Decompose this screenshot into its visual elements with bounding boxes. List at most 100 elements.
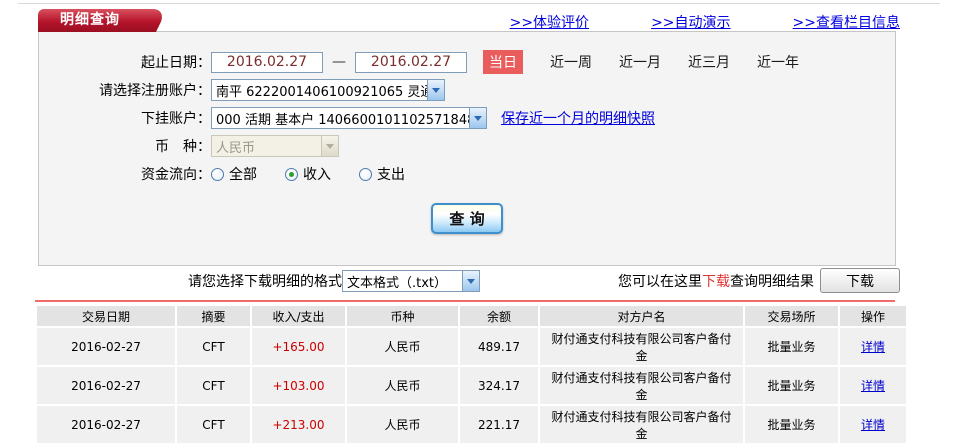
cell-venue: 批量业务: [745, 406, 838, 443]
cell-currency: 人民币: [347, 328, 458, 365]
col-header-counterparty: 对方户名: [540, 306, 743, 326]
col-header-currency: 币种: [347, 306, 458, 326]
download-format-value: 文本格式（.txt）: [347, 275, 448, 291]
cell-venue: 批量业务: [745, 367, 838, 404]
table-divider-line: [35, 300, 895, 302]
table-row: 2016-02-27 CFT +213.00 人民币 221.17 财付通支付科…: [37, 406, 906, 443]
cell-date: 2016-02-27: [37, 367, 175, 404]
tab-detail-query[interactable]: 明细查询: [38, 9, 142, 32]
chevron-down-icon[interactable]: [462, 271, 479, 291]
cell-counterparty: 财付通支付科技有限公司客户备付金: [540, 328, 743, 365]
col-header-balance: 余额: [460, 306, 538, 326]
col-header-summary: 摘要: [177, 306, 250, 326]
col-header-action: 操作: [840, 306, 906, 326]
download-format-group: 请您选择下载明细的格式 文本格式（.txt）: [188, 270, 480, 292]
register-account-select[interactable]: 南平 6222001406100921065 灵通卡: [211, 79, 445, 101]
col-header-date: 交易日期: [37, 306, 175, 326]
cell-amount: +213.00: [252, 406, 345, 443]
currency-value: 人民币: [216, 140, 256, 156]
end-date-input[interactable]: [355, 51, 467, 73]
link-column-info[interactable]: >>查看栏目信息: [793, 12, 900, 32]
flow-direction-label: 资金流向：: [141, 167, 211, 183]
register-account-value: 南平 6222001406100921065 灵通卡: [216, 84, 427, 100]
cell-action: 详情: [840, 367, 906, 404]
radio-icon[interactable]: [211, 167, 224, 181]
currency-label: 币 种：: [155, 139, 211, 155]
currency-row: 币 种： 人民币: [39, 132, 895, 160]
detail-link[interactable]: 详情: [861, 340, 885, 354]
radio-icon[interactable]: [285, 167, 298, 181]
radio-all[interactable]: 全部: [211, 164, 257, 184]
radio-income-label: 收入: [303, 167, 331, 183]
link-auto-demo[interactable]: >>自动演示: [651, 12, 730, 32]
detail-link[interactable]: 详情: [861, 418, 885, 432]
radio-expense-label: 支出: [377, 167, 405, 183]
table-header-row: 交易日期 摘要 收入/支出 币种 余额 对方户名 交易场所 操作: [37, 306, 906, 326]
link-experience-review[interactable]: >>体验评价: [510, 12, 589, 32]
cell-balance: 221.17: [460, 406, 538, 443]
quick-range-year[interactable]: 近一年: [757, 52, 799, 72]
sub-account-select[interactable]: 000 活期 基本户 1406600101102571848: [211, 107, 487, 129]
quick-range-week[interactable]: 近一周: [550, 52, 592, 72]
sub-account-value: 000 活期 基本户 1406600101102571848: [216, 112, 469, 128]
query-button[interactable]: 查 询: [431, 203, 503, 234]
cell-date: 2016-02-27: [37, 406, 175, 443]
cell-counterparty: 财付通支付科技有限公司客户备付金: [540, 406, 743, 443]
radio-all-label: 全部: [229, 167, 257, 183]
col-header-venue: 交易场所: [745, 306, 838, 326]
quick-range-today[interactable]: 当日: [483, 50, 523, 74]
cell-summary: CFT: [177, 367, 250, 404]
date-range-label: 起止日期：: [141, 55, 211, 71]
cell-currency: 人民币: [347, 406, 458, 443]
quick-range-month[interactable]: 近一月: [619, 52, 661, 72]
date-separator: —: [332, 54, 346, 70]
sub-account-row: 下挂账户： 000 活期 基本户 1406600101102571848 保存近…: [39, 104, 895, 132]
table-row: 2016-02-27 CFT +165.00 人民币 489.17 财付通支付科…: [37, 328, 906, 365]
col-header-amount: 收入/支出: [252, 306, 345, 326]
sub-account-label: 下挂账户：: [141, 111, 211, 127]
page: 明细查询 >>体验评价 >>自动演示 >>查看栏目信息 起止日期： — 当日 近…: [0, 0, 958, 443]
cell-summary: CFT: [177, 406, 250, 443]
top-link-bar: >>体验评价 >>自动演示 >>查看栏目信息: [510, 12, 900, 32]
cell-balance: 324.17: [460, 367, 538, 404]
cell-action: 详情: [840, 328, 906, 365]
cell-counterparty: 财付通支付科技有限公司客户备付金: [540, 367, 743, 404]
chevron-down-icon[interactable]: [427, 80, 444, 100]
flow-direction-row: 资金流向： 全部 收入 支出: [39, 160, 895, 188]
radio-icon[interactable]: [359, 167, 372, 181]
quick-range-3months[interactable]: 近三月: [688, 52, 730, 72]
currency-select: 人民币: [211, 135, 339, 157]
download-hint-prefix: 您可以在这里: [618, 273, 702, 290]
query-form-panel: 起止日期： — 当日 近一周 近一月 近三月 近一年 请选择注册账户： 南平 6…: [38, 31, 896, 266]
detail-link[interactable]: 详情: [861, 379, 885, 393]
cell-date: 2016-02-27: [37, 328, 175, 365]
date-range-row: 起止日期： — 当日 近一周 近一月 近三月 近一年: [39, 48, 895, 76]
cell-amount: +165.00: [252, 328, 345, 365]
snapshot-link[interactable]: 保存近一个月的明细快照: [501, 108, 655, 128]
register-account-label: 请选择注册账户：: [99, 83, 211, 99]
download-button[interactable]: 下载: [820, 268, 900, 293]
download-hint: 您可以在这里下载查询明细结果: [618, 271, 814, 291]
top-divider: [18, 3, 940, 4]
radio-income[interactable]: 收入: [285, 164, 331, 184]
radio-expense[interactable]: 支出: [359, 164, 405, 184]
cell-venue: 批量业务: [745, 328, 838, 365]
chevron-down-icon[interactable]: [469, 108, 486, 128]
download-text-link[interactable]: 下载: [702, 274, 730, 290]
download-format-select[interactable]: 文本格式（.txt）: [342, 270, 480, 292]
download-format-label: 请您选择下载明细的格式: [188, 274, 342, 290]
start-date-input[interactable]: [211, 51, 323, 73]
chevron-down-icon: [321, 136, 338, 156]
cell-amount: +103.00: [252, 367, 345, 404]
flow-radio-group: 全部 收入 支出: [211, 164, 405, 184]
cell-action: 详情: [840, 406, 906, 443]
cell-currency: 人民币: [347, 367, 458, 404]
quick-range-links: 当日 近一周 近一月 近三月 近一年: [483, 50, 799, 74]
cell-summary: CFT: [177, 328, 250, 365]
transaction-table: 交易日期 摘要 收入/支出 币种 余额 对方户名 交易场所 操作 2016-02…: [35, 304, 908, 443]
table-row: 2016-02-27 CFT +103.00 人民币 324.17 财付通支付科…: [37, 367, 906, 404]
download-hint-suffix: 查询明细结果: [730, 273, 814, 290]
cell-balance: 489.17: [460, 328, 538, 365]
register-account-row: 请选择注册账户： 南平 6222001406100921065 灵通卡: [39, 76, 895, 104]
download-result-group: 您可以在这里下载查询明细结果 下载: [618, 268, 900, 293]
